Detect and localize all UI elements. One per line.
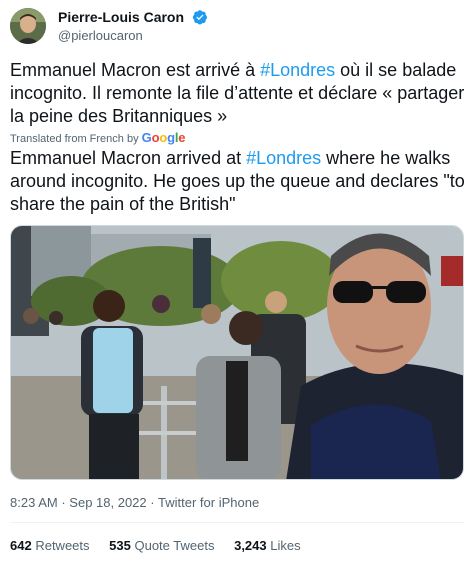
author-name[interactable]: Pierre-Louis Caron — [58, 9, 184, 25]
meta-separator-2: · — [150, 495, 155, 510]
quote-tweets-stat[interactable]: 535 Quote Tweets — [109, 538, 214, 553]
author-handle[interactable]: @pierloucaron — [58, 28, 143, 43]
tweet-text: Emmanuel Macron est arrivé à #Londres où… — [10, 59, 466, 128]
divider — [10, 522, 464, 523]
quotes-count: 535 — [109, 538, 131, 553]
hashtag-link[interactable]: #Londres — [260, 60, 335, 80]
hashtag-link-translated[interactable]: #Londres — [246, 148, 321, 168]
verified-badge-icon — [193, 10, 208, 25]
quotes-label: Quote Tweets — [134, 538, 215, 553]
avatar[interactable] — [10, 8, 46, 44]
translation-label: Translated from French by — [10, 133, 139, 145]
tweet-header: Pierre-Louis Caron @pierloucaron — [10, 8, 464, 44]
likes-count: 3,243 — [234, 538, 267, 553]
likes-stat[interactable]: 3,243 Likes — [234, 538, 301, 553]
retweets-stat[interactable]: 642 Retweets — [10, 538, 90, 553]
photo-illustration — [11, 226, 463, 479]
translated-text-before: Emmanuel Macron arrived at — [10, 148, 247, 168]
likes-label: Likes — [270, 538, 301, 553]
google-logo: Google — [141, 130, 186, 145]
avatar-image — [10, 8, 46, 44]
retweets-count: 642 — [10, 538, 32, 553]
meta-separator: · — [61, 495, 66, 510]
retweets-label: Retweets — [35, 538, 90, 553]
tweet-source[interactable]: Twitter for iPhone — [158, 495, 259, 510]
tweet-photo[interactable] — [10, 225, 464, 480]
translation-attribution: Translated from French by Google — [10, 130, 185, 145]
tweet-meta: 8:23 AM · Sep 18, 2022 · Twitter for iPh… — [10, 495, 259, 510]
author-name-line[interactable]: Pierre-Louis Caron — [58, 9, 208, 27]
tweet-stats: 642 Retweets 535 Quote Tweets 3,243 Like… — [10, 538, 317, 553]
tweet-text-before: Emmanuel Macron est arrivé à — [10, 60, 261, 80]
tweet-time[interactable]: 8:23 AM — [10, 495, 58, 510]
translated-text: Emmanuel Macron arrived at #Londres wher… — [10, 147, 466, 216]
tweet-date[interactable]: Sep 18, 2022 — [69, 495, 146, 510]
